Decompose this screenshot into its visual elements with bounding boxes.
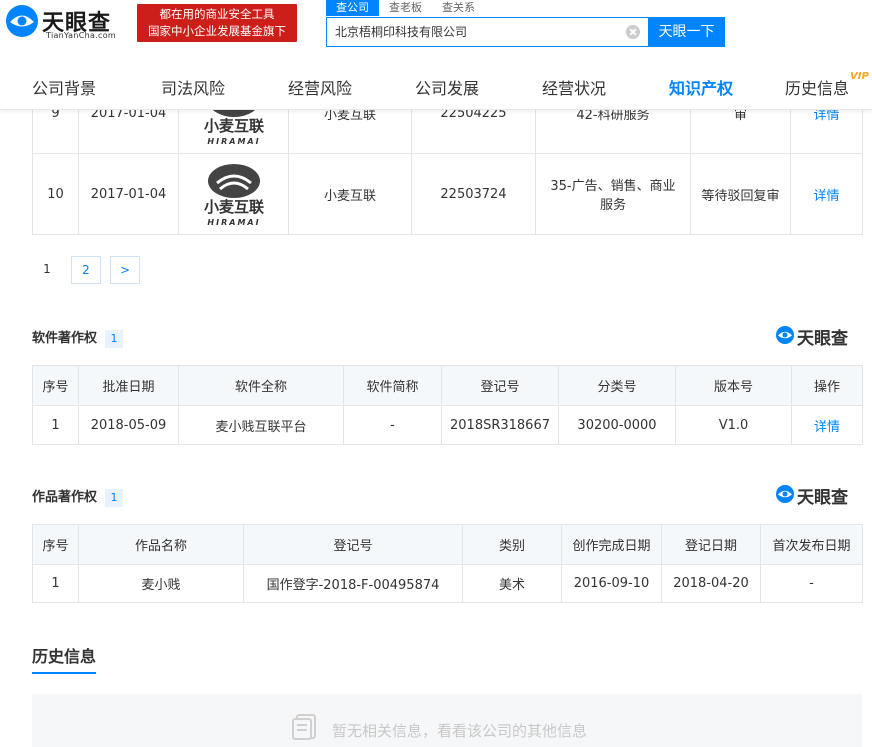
tab-search-relation[interactable]: 查关系	[432, 0, 485, 16]
table-row: 1 2018-05-09 麦小贱互联平台 - 2018SR318667 3020…	[32, 405, 863, 445]
trademark-logo-subtext: HIRAMAI	[207, 218, 260, 227]
page: 天眼查 TianYanCha.com 都在用的商业安全工具 国家中小企业发展基金…	[0, 0, 872, 747]
table-header-row: 序号 批准日期 软件全称 软件简称 登记号 分类号 版本号 操作	[32, 365, 863, 406]
table-row: 10 2017-01-04 小麦互联 HIRAMAI 小麦互联 22503724…	[32, 153, 863, 235]
works-type: 美术	[462, 564, 562, 603]
pagination: 1 2 >	[32, 256, 149, 284]
col-header: 版本号	[675, 365, 792, 406]
software-class-no: 30200-0000	[558, 405, 676, 445]
promo-line-2: 国家中小企业发展基金旗下	[148, 24, 286, 38]
nav-intellectual-property[interactable]: 知识产权	[669, 75, 733, 99]
col-header: 操作	[791, 365, 863, 406]
trademark-logo-text: 小麦互联	[203, 117, 264, 135]
software-copyright-label: 软件著作权	[32, 331, 98, 346]
watermark-text: 天眼查	[797, 488, 848, 508]
trademark-status: 等待驳回复审	[690, 153, 791, 235]
software-approval-date: 2018-05-09	[78, 405, 179, 445]
software-full-name: 麦小贱互联平台	[178, 405, 344, 445]
history-section-title: 历史信息	[32, 647, 97, 666]
promo-line-1: 都在用的商业安全工具	[159, 7, 275, 21]
trademark-logo-subtext: HIRAMAI	[207, 137, 260, 146]
search-type-tabs: 查公司 查老板 查关系	[326, 0, 485, 16]
tab-search-company[interactable]: 查公司	[326, 0, 379, 16]
works-no: 1	[32, 564, 79, 603]
tianyancha-logo[interactable]: 天眼查 TianYanCha.com	[4, 3, 132, 43]
works-copyright-table: 序号 作品名称 登记号 类别 创作完成日期 登记日期 首次发布日期 1 麦小贱 …	[32, 524, 863, 603]
vip-badge: VIP	[850, 71, 869, 82]
works-count-badge: 1	[105, 489, 124, 507]
col-header: 登记号	[243, 524, 463, 565]
works-copyright-label: 作品著作权	[32, 490, 98, 505]
works-copyright-title: 作品著作权 1	[32, 486, 124, 507]
software-count-badge: 1	[105, 330, 124, 348]
trademark-detail-link[interactable]: 详情	[813, 189, 839, 204]
search-input-value: 北京梧桐印科技有限公司	[335, 25, 468, 39]
col-header: 序号	[32, 524, 79, 565]
works-registration-date: 2018-04-20	[661, 564, 761, 603]
nav-judicial-risk[interactable]: 司法风险	[161, 75, 225, 99]
section-nav: 公司背景 司法风险 经营风险 公司发展 经营状况 知识产权 历史信息 VIP	[0, 60, 872, 110]
col-header: 软件全称	[178, 365, 344, 406]
col-header: 首次发布日期	[760, 524, 863, 565]
software-detail-link[interactable]: 详情	[814, 420, 840, 435]
nav-company-background[interactable]: 公司背景	[32, 75, 96, 99]
nav-company-development[interactable]: 公司发展	[415, 75, 479, 99]
col-header: 分类号	[558, 365, 676, 406]
col-header: 作品名称	[78, 524, 244, 565]
promo-banner[interactable]: 都在用的商业安全工具 国家中小企业发展基金旗下	[137, 4, 297, 42]
tianyancha-watermark: 天眼查	[775, 483, 861, 508]
col-header: 批准日期	[78, 365, 179, 406]
watermark-eye-icon	[776, 485, 794, 503]
col-header: 登记号	[441, 365, 559, 406]
works-first-publish-date: -	[760, 564, 863, 603]
logo-eye-icon	[6, 5, 38, 37]
empty-document-icon	[292, 714, 316, 740]
col-header: 登记日期	[661, 524, 761, 565]
trademark-class: 35-广告、销售、商业服务	[535, 153, 691, 235]
trademark-image: 小麦互联 HIRAMAI	[178, 153, 289, 235]
top-header: 天眼查 TianYanCha.com 都在用的商业安全工具 国家中小企业发展基金…	[0, 0, 872, 60]
works-reg-no: 国作登字-2018-F-00495874	[243, 564, 463, 603]
search-input[interactable]: 北京梧桐印科技有限公司	[326, 17, 648, 47]
xiaomai-logo-image: 小麦互联 HIRAMAI	[203, 164, 264, 227]
nav-business-risk[interactable]: 经营风险	[288, 75, 352, 99]
history-title-underline	[32, 672, 96, 674]
watermark-eye-icon	[776, 326, 794, 344]
col-header: 类别	[462, 524, 562, 565]
trademark-logo-text: 小麦互联	[203, 198, 264, 216]
clear-icon[interactable]	[626, 25, 640, 39]
trademark-date: 2017-01-04	[78, 153, 179, 235]
col-header: 软件简称	[343, 365, 442, 406]
table-header-row: 序号 作品名称 登记号 类别 创作完成日期 登记日期 首次发布日期	[32, 524, 863, 565]
page-current: 1	[43, 262, 51, 276]
trademark-no: 10	[32, 153, 79, 235]
tab-search-boss[interactable]: 查老板	[379, 0, 432, 16]
software-short-name: -	[343, 405, 442, 445]
nav-history-info[interactable]: 历史信息	[785, 75, 849, 99]
works-name: 麦小贱	[78, 564, 244, 603]
watermark-text: 天眼查	[797, 329, 848, 349]
tianyancha-watermark: 天眼查	[775, 324, 861, 349]
software-copyright-title: 软件著作权 1	[32, 327, 124, 348]
history-empty-panel: 暂无相关信息，看看该公司的其他信息	[32, 694, 862, 747]
next-page-button[interactable]: >	[110, 256, 140, 284]
trademark-reg-no: 22503724	[411, 153, 536, 235]
nav-business-status[interactable]: 经营状况	[542, 75, 606, 99]
works-completion-date: 2016-09-10	[561, 564, 662, 603]
history-empty-text: 暂无相关信息，看看该公司的其他信息	[332, 722, 588, 740]
trademark-name: 小麦互联	[288, 153, 412, 235]
software-version: V1.0	[675, 405, 792, 445]
software-copyright-table: 序号 批准日期 软件全称 软件简称 登记号 分类号 版本号 操作 1 2018-…	[32, 365, 863, 445]
page-2-button[interactable]: 2	[71, 256, 101, 284]
logo-subtext: TianYanCha.com	[46, 31, 116, 40]
software-reg-no: 2018SR318667	[441, 405, 559, 445]
col-header: 创作完成日期	[561, 524, 662, 565]
software-no: 1	[32, 405, 79, 445]
search-button[interactable]: 天眼一下	[648, 17, 725, 47]
table-row: 1 麦小贱 国作登字-2018-F-00495874 美术 2016-09-10…	[32, 564, 863, 603]
col-header: 序号	[32, 365, 79, 406]
